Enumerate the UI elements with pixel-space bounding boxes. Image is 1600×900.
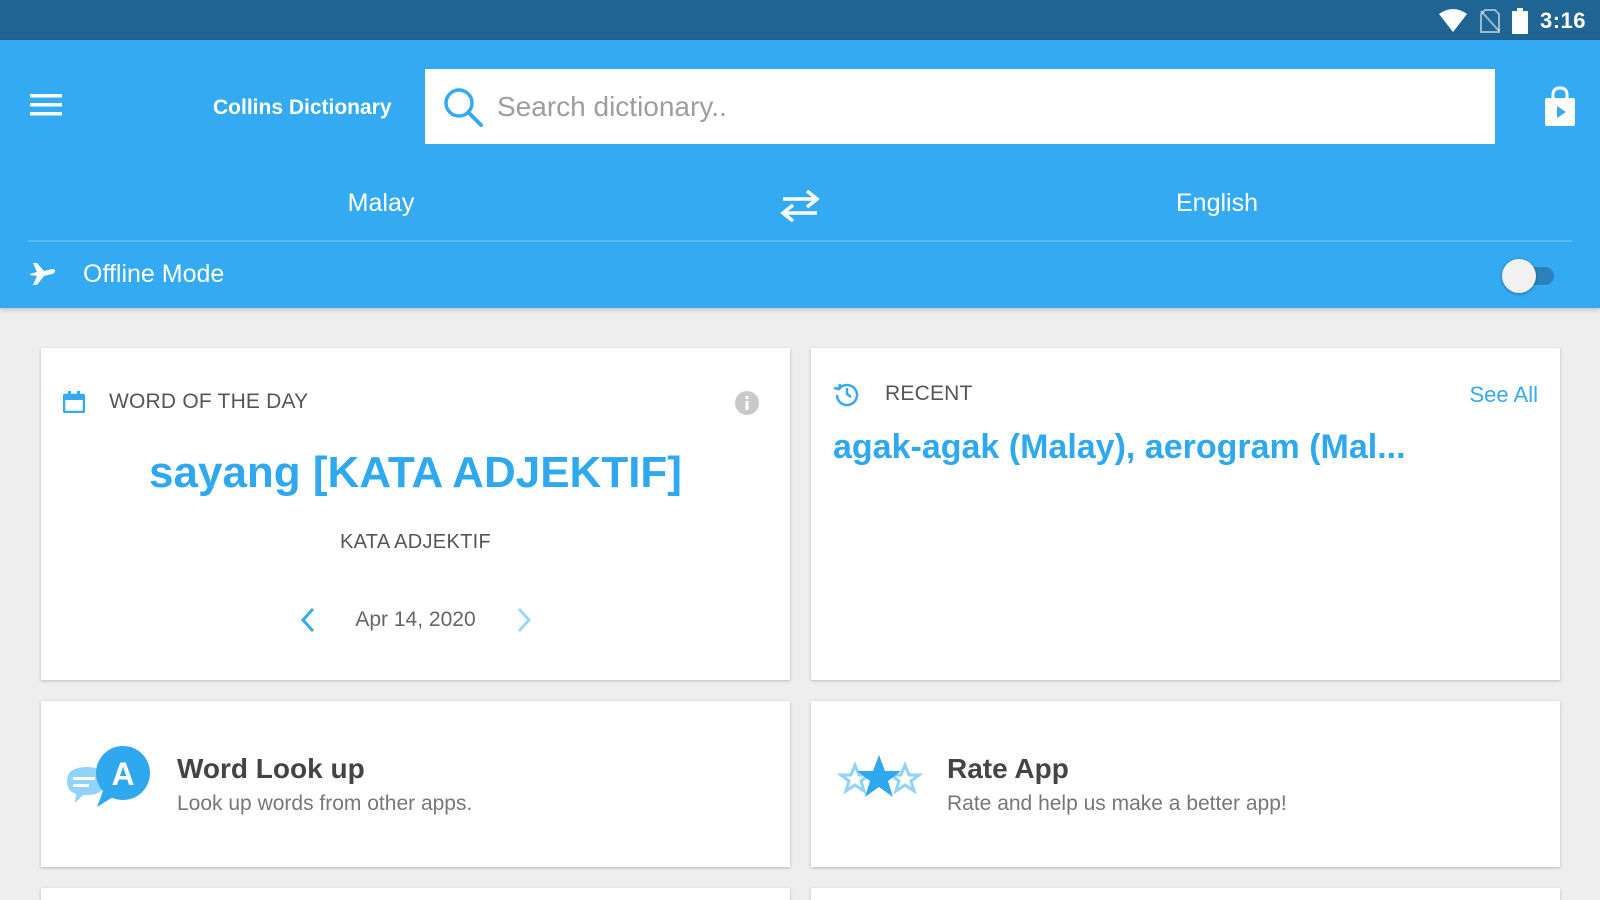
- word-of-the-day-header: WORD OF THE DAY: [63, 390, 308, 414]
- airplane-icon: [30, 263, 55, 285]
- status-bar: 3:16: [0, 0, 1600, 40]
- divider: [28, 240, 1572, 242]
- language-row: Malay English: [0, 175, 1600, 237]
- date-navigator: Apr 14, 2020: [41, 603, 790, 637]
- app-title: Collins Dictionary: [213, 96, 392, 119]
- menu-button[interactable]: [26, 88, 66, 122]
- recent-header: RECENT: [833, 380, 973, 408]
- recent-label: RECENT: [885, 382, 973, 405]
- status-icons: 3:16: [1438, 8, 1586, 34]
- rate-app-card[interactable]: Rate App Rate and help us make a better …: [811, 701, 1560, 867]
- hamburger-menu-icon: [30, 94, 62, 116]
- chat-bubbles-a-icon: A: [67, 746, 150, 807]
- rate-app-subtitle: Rate and help us make a better app!: [947, 792, 1287, 815]
- see-all-link[interactable]: See All: [1470, 382, 1539, 408]
- part-of-speech: KATA ADJEKTIF: [340, 531, 491, 553]
- svg-text:A: A: [111, 756, 134, 792]
- word-of-the-day-label: WORD OF THE DAY: [109, 390, 309, 413]
- next-card-left: [41, 888, 790, 900]
- swap-arrows-icon: [780, 189, 820, 223]
- search-input[interactable]: [497, 76, 1495, 137]
- next-day-button[interactable]: [507, 603, 541, 637]
- stars-icon: [836, 755, 924, 797]
- no-sim-icon: [1479, 9, 1500, 33]
- info-icon[interactable]: [734, 390, 760, 416]
- calendar-icon: [63, 391, 85, 413]
- toggle-knob: [1502, 259, 1536, 293]
- source-language[interactable]: Malay: [326, 189, 436, 218]
- battery-icon: [1511, 8, 1528, 34]
- offline-mode-row: Offline Mode: [0, 245, 1600, 305]
- search-icon: [444, 87, 483, 127]
- offline-mode-label: Offline Mode: [83, 260, 225, 288]
- word-of-the-day-word[interactable]: sayang [KATA ADJEKTIF]: [41, 448, 790, 498]
- previous-day-button[interactable]: [291, 603, 325, 637]
- word-of-the-day-date: Apr 14, 2020: [355, 608, 476, 631]
- wifi-icon: [1438, 9, 1467, 32]
- word-look-up-subtitle: Look up words from other apps.: [177, 792, 473, 815]
- search-box[interactable]: [425, 69, 1495, 144]
- chevron-left-icon: [300, 607, 314, 633]
- word-look-up-title: Word Look up: [177, 753, 365, 784]
- offline-mode-toggle[interactable]: [1502, 259, 1554, 293]
- next-card-right: [811, 888, 1560, 900]
- word-of-the-day-card[interactable]: WORD OF THE DAY sayang [KATA ADJEKTIF] K…: [41, 348, 790, 680]
- recent-card[interactable]: RECENT See All agak-agak (Malay), aerogr…: [811, 348, 1560, 680]
- swap-languages-button[interactable]: [779, 189, 821, 223]
- rate-app-title: Rate App: [947, 753, 1069, 784]
- shopping-bag-icon: [1545, 86, 1575, 126]
- history-icon: [833, 383, 859, 407]
- recent-items[interactable]: agak-agak (Malay), aerogram (Mal...: [833, 428, 1533, 467]
- status-time: 3:16: [1539, 8, 1586, 33]
- app-bar: Collins Dictionary Malay English: [0, 40, 1600, 308]
- target-language[interactable]: English: [1152, 189, 1282, 218]
- store-button[interactable]: [1540, 85, 1580, 129]
- word-look-up-card[interactable]: A Word Look up Look up words from other …: [41, 701, 790, 867]
- chevron-right-icon: [517, 607, 531, 633]
